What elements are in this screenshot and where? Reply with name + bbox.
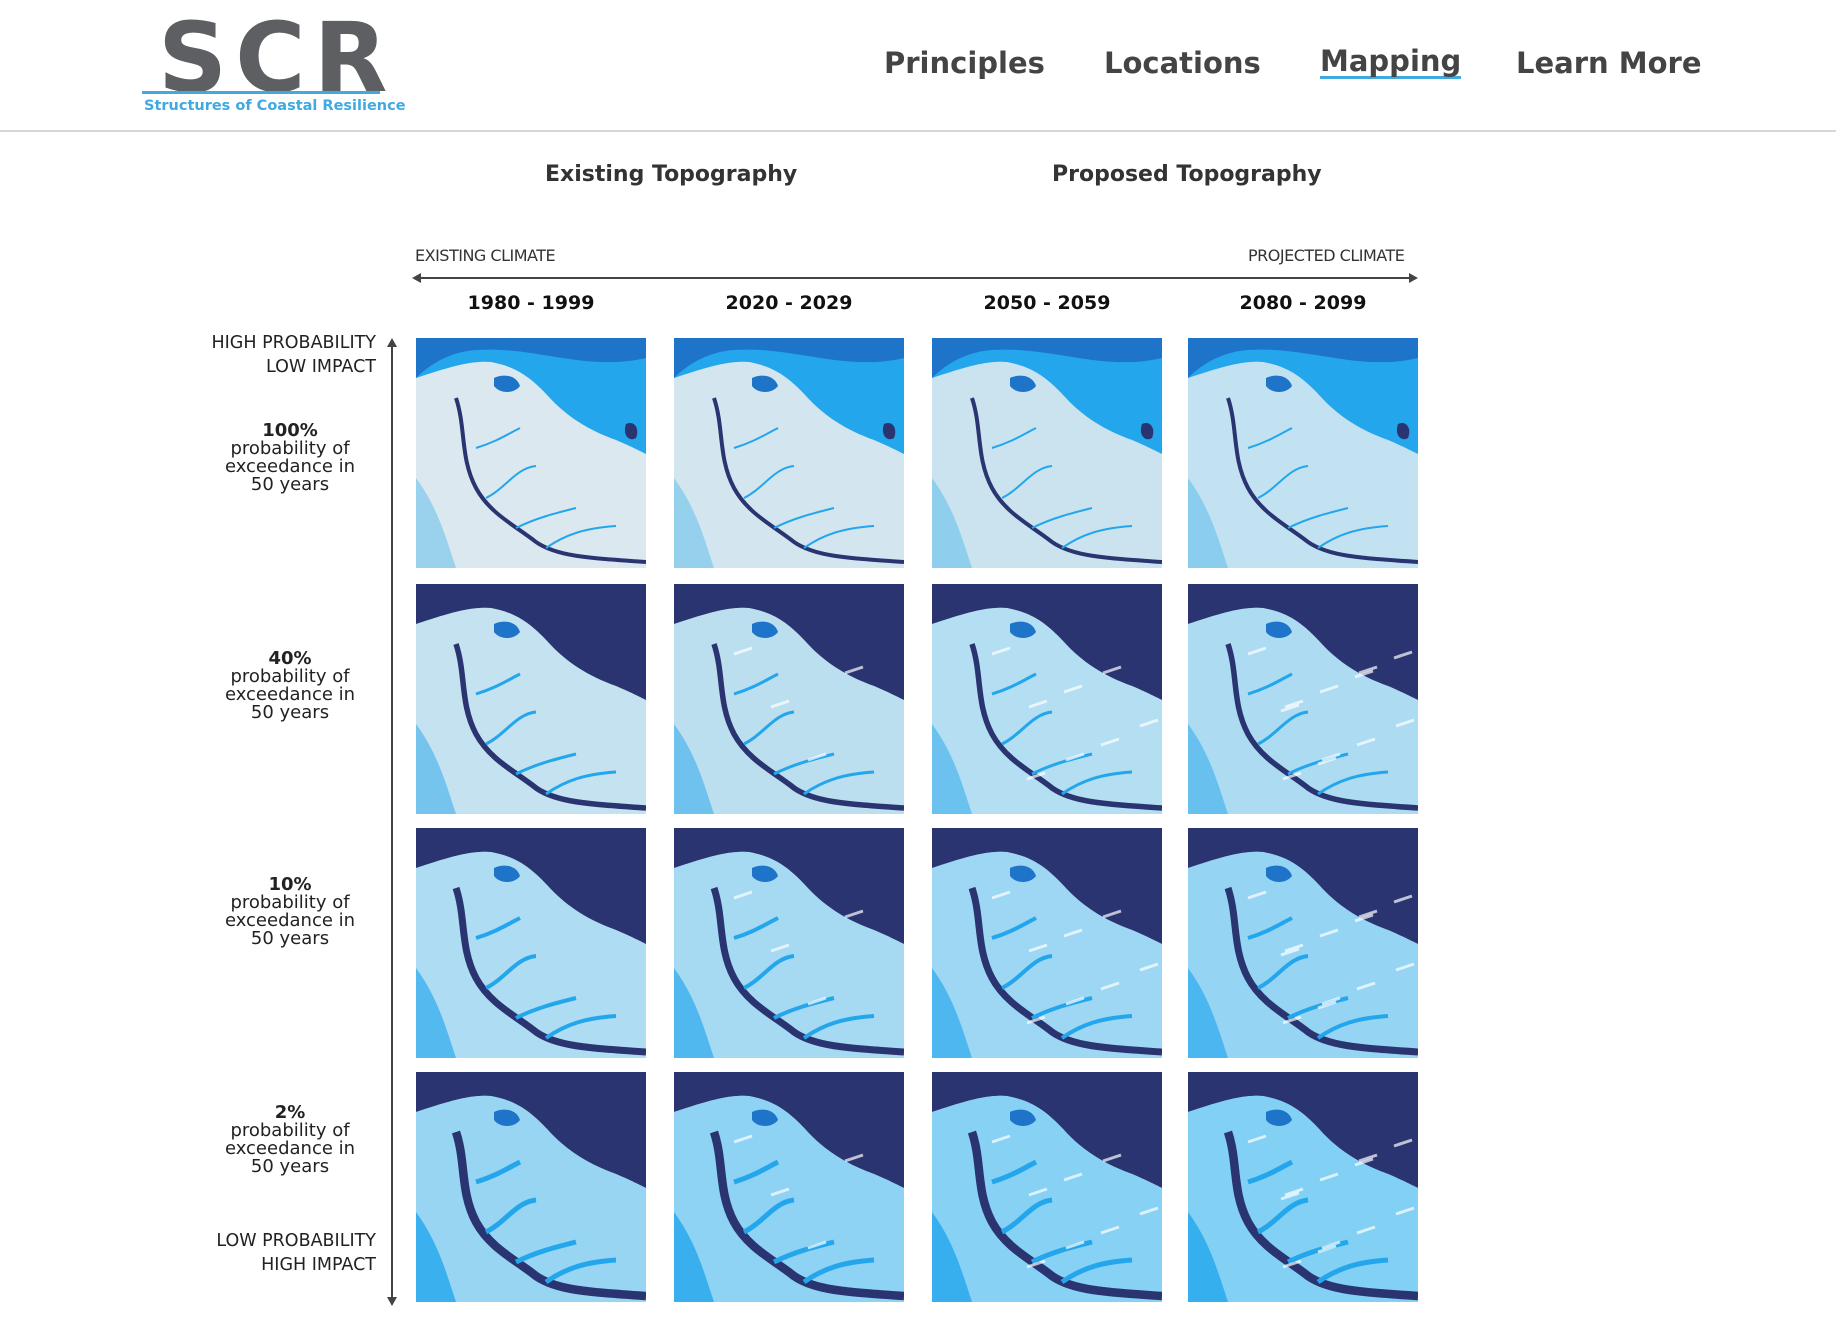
row-text-line3: 50 years — [250, 928, 330, 949]
projected-climate-label: PROJECTED CLIMATE — [1248, 246, 1405, 265]
period-label-1: 1980 - 1999 — [467, 292, 595, 314]
flood-map-tile[interactable] — [674, 828, 904, 1058]
period-label-3: 2050 - 2059 — [983, 292, 1111, 314]
flood-map-tile[interactable] — [1188, 1072, 1418, 1302]
logo-rule — [142, 91, 380, 94]
period-label-2: 2020 - 2029 — [725, 292, 853, 314]
heading-proposed-topography: Proposed Topography — [1052, 162, 1322, 187]
flood-map-tile[interactable] — [1188, 828, 1418, 1058]
scr-logo[interactable]: SCR Structures of Coastal Resilience — [142, 10, 406, 118]
high-impact-text: HIGH IMPACT — [261, 1255, 376, 1275]
row-text-line3: 50 years — [250, 702, 330, 723]
flood-map-tile[interactable] — [416, 1072, 646, 1302]
flood-map-tile[interactable] — [674, 338, 904, 568]
climate-axis-arrow — [412, 273, 1418, 283]
flood-map-tile[interactable] — [674, 1072, 904, 1302]
flood-map-tile[interactable] — [932, 828, 1162, 1058]
flood-map-tile[interactable] — [1188, 584, 1418, 814]
logo-tagline: Structures of Coastal Resilience — [144, 98, 406, 114]
nav-mapping[interactable]: Mapping — [1320, 46, 1462, 79]
low-impact-text: LOW IMPACT — [265, 357, 376, 377]
row-text-line3: 50 years — [250, 474, 330, 495]
row-label-10: 10% probability of exceedance in 50 year… — [210, 876, 370, 948]
row-label-100: 100% probability of exceedance in 50 yea… — [210, 422, 370, 494]
flood-map-tile[interactable] — [416, 584, 646, 814]
flood-map-tile[interactable] — [674, 584, 904, 814]
row-label-40: 40% probability of exceedance in 50 year… — [210, 650, 370, 722]
site-header: SCR Structures of Coastal Resilience Pri… — [0, 0, 1836, 132]
nav-learn-more[interactable]: Learn More — [1516, 46, 1702, 80]
flood-map-tile[interactable] — [932, 584, 1162, 814]
probability-axis-top-label: HIGH PROBABILITY LOW IMPACT — [150, 331, 376, 379]
probability-axis-arrow — [387, 338, 397, 1306]
flood-map-tile[interactable] — [416, 828, 646, 1058]
nav-locations[interactable]: Locations — [1104, 46, 1261, 80]
flood-map-tile[interactable] — [932, 338, 1162, 568]
flood-map-tile[interactable] — [1188, 338, 1418, 568]
low-probability-text: LOW PROBABILITY — [216, 1231, 376, 1251]
period-label-4: 2080 - 2099 — [1239, 292, 1367, 314]
flood-map-tile[interactable] — [416, 338, 646, 568]
flood-map-tile[interactable] — [932, 1072, 1162, 1302]
row-text-line3: 50 years — [250, 1156, 330, 1177]
existing-climate-label: EXISTING CLIMATE — [415, 246, 556, 265]
heading-existing-topography: Existing Topography — [545, 162, 798, 187]
high-probability-text: HIGH PROBABILITY — [211, 333, 376, 353]
row-label-2: 2% probability of exceedance in 50 years — [210, 1104, 370, 1176]
nav-principles[interactable]: Principles — [884, 46, 1045, 80]
probability-axis-bottom-label: LOW PROBABILITY HIGH IMPACT — [150, 1229, 376, 1277]
